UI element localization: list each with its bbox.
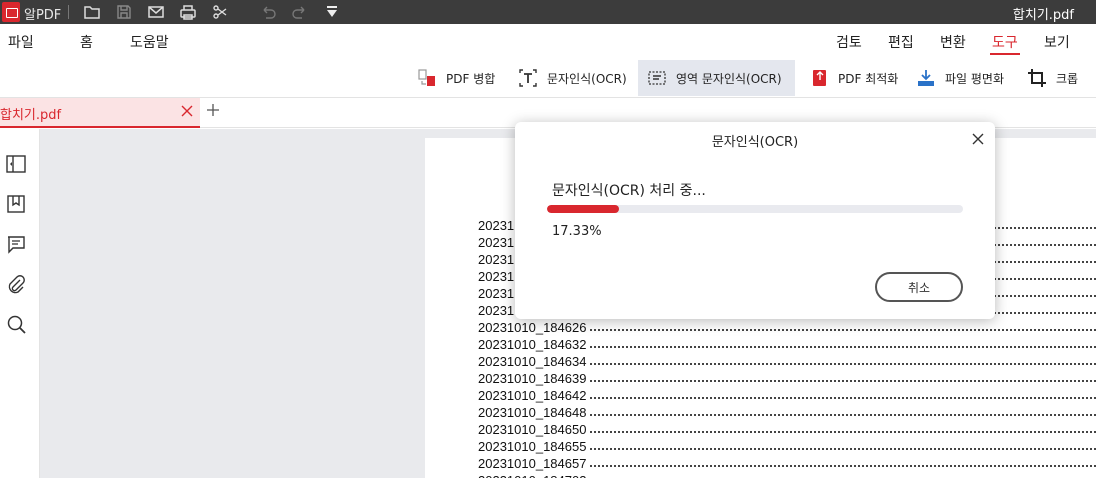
menu-bar: 파일 홈 도움말 검토 편집 변환 도구 보기 [0,24,1096,58]
share-icon[interactable] [210,2,230,22]
pdf-optimize-icon [808,67,830,89]
ocr-label: 문자인식(OCR) [547,71,627,86]
crop-button[interactable]: 크롭 [1018,60,1086,96]
ocr-button[interactable]: 문자인식(OCR) [509,60,635,96]
toc-line: 20231010_184642 [478,388,1096,405]
new-tab-icon[interactable] [206,103,220,117]
pdf-optimize-button[interactable]: PDF 최적화 [800,60,906,96]
menu-help[interactable]: 도움말 [130,32,169,52]
pdf-merge-label: PDF 병합 [446,71,496,86]
tools-toolbar: PDF 병합 문자인식(OCR) 영역 문자인식(OCR) PDF 최적화 파일… [0,58,1096,98]
toc-line: 20231010_184639 [478,371,1096,388]
area-ocr-button[interactable]: 영역 문자인식(OCR) [638,60,795,96]
left-sidebar [0,129,40,478]
redo-icon[interactable] [290,2,310,22]
menu-edit[interactable]: 편집 [888,32,914,52]
comment-icon[interactable] [5,233,27,255]
close-dialog-icon[interactable] [971,132,985,146]
toc-line: 20231010_184626 [478,320,1096,337]
panel-icon[interactable] [5,153,27,175]
toc-line: 20231010_184702 [478,473,1096,478]
crop-icon [1026,67,1048,89]
app-name: 알PDF [24,8,62,23]
ocr-status-text: 문자인식(OCR) 처리 중... [552,183,706,199]
menu-convert[interactable]: 변환 [940,32,966,52]
menu-view[interactable]: 보기 [1044,32,1070,52]
progress-bar [547,205,963,213]
cancel-button[interactable]: 취소 [875,272,963,302]
pdf-optimize-label: PDF 최적화 [838,71,899,86]
app-logo-icon [2,2,20,22]
title-bar: 알PDF 합치기.pdf [0,0,1096,24]
mail-icon[interactable] [146,2,166,22]
document-tab-label: 합치기.pdf [0,108,62,123]
attachment-icon[interactable] [5,273,27,295]
dropdown-icon[interactable] [322,2,342,22]
print-icon[interactable] [178,2,198,22]
open-folder-icon[interactable] [82,2,102,22]
progress-percent: 17.33% [552,224,602,239]
window-file-name: 합치기.pdf [1012,8,1074,23]
dialog-title: 문자인식(OCR) [711,135,799,150]
flatten-label: 파일 평면화 [945,71,1005,86]
pdf-merge-button[interactable]: PDF 병합 [408,60,503,96]
undo-icon[interactable] [258,2,278,22]
menu-home[interactable]: 홈 [80,32,93,52]
menu-review[interactable]: 검토 [836,32,862,52]
menu-tools[interactable]: 도구 [990,32,1020,55]
flatten-button[interactable]: 파일 평면화 [907,60,1012,96]
save-icon[interactable] [114,2,134,22]
document-tab[interactable]: 합치기.pdf [0,98,200,128]
ocr-text-icon [517,67,539,89]
area-ocr-icon [646,67,668,89]
toc-line: 20231010_184648 [478,405,1096,422]
bookmark-icon[interactable] [5,193,27,215]
toc-line: 20231010_184632 [478,337,1096,354]
toc-line: 20231010_184634 [478,354,1096,371]
ocr-progress-dialog: 문자인식(OCR) 문자인식(OCR) 처리 중... 17.33% 취소 [515,122,995,319]
crop-label: 크롭 [1056,71,1079,86]
area-ocr-label: 영역 문자인식(OCR) [676,71,782,86]
search-icon[interactable] [5,313,27,335]
progress-bar-fill [547,205,620,213]
menu-file[interactable]: 파일 [8,32,34,52]
flatten-icon [915,67,937,89]
toc-line: 20231010_184655 [478,439,1096,456]
toc-line: 20231010_184650 [478,422,1096,439]
divider [68,5,69,19]
close-tab-icon[interactable] [180,104,194,118]
toc-line: 20231010_184657 [478,456,1096,473]
pdf-merge-icon [416,67,438,89]
